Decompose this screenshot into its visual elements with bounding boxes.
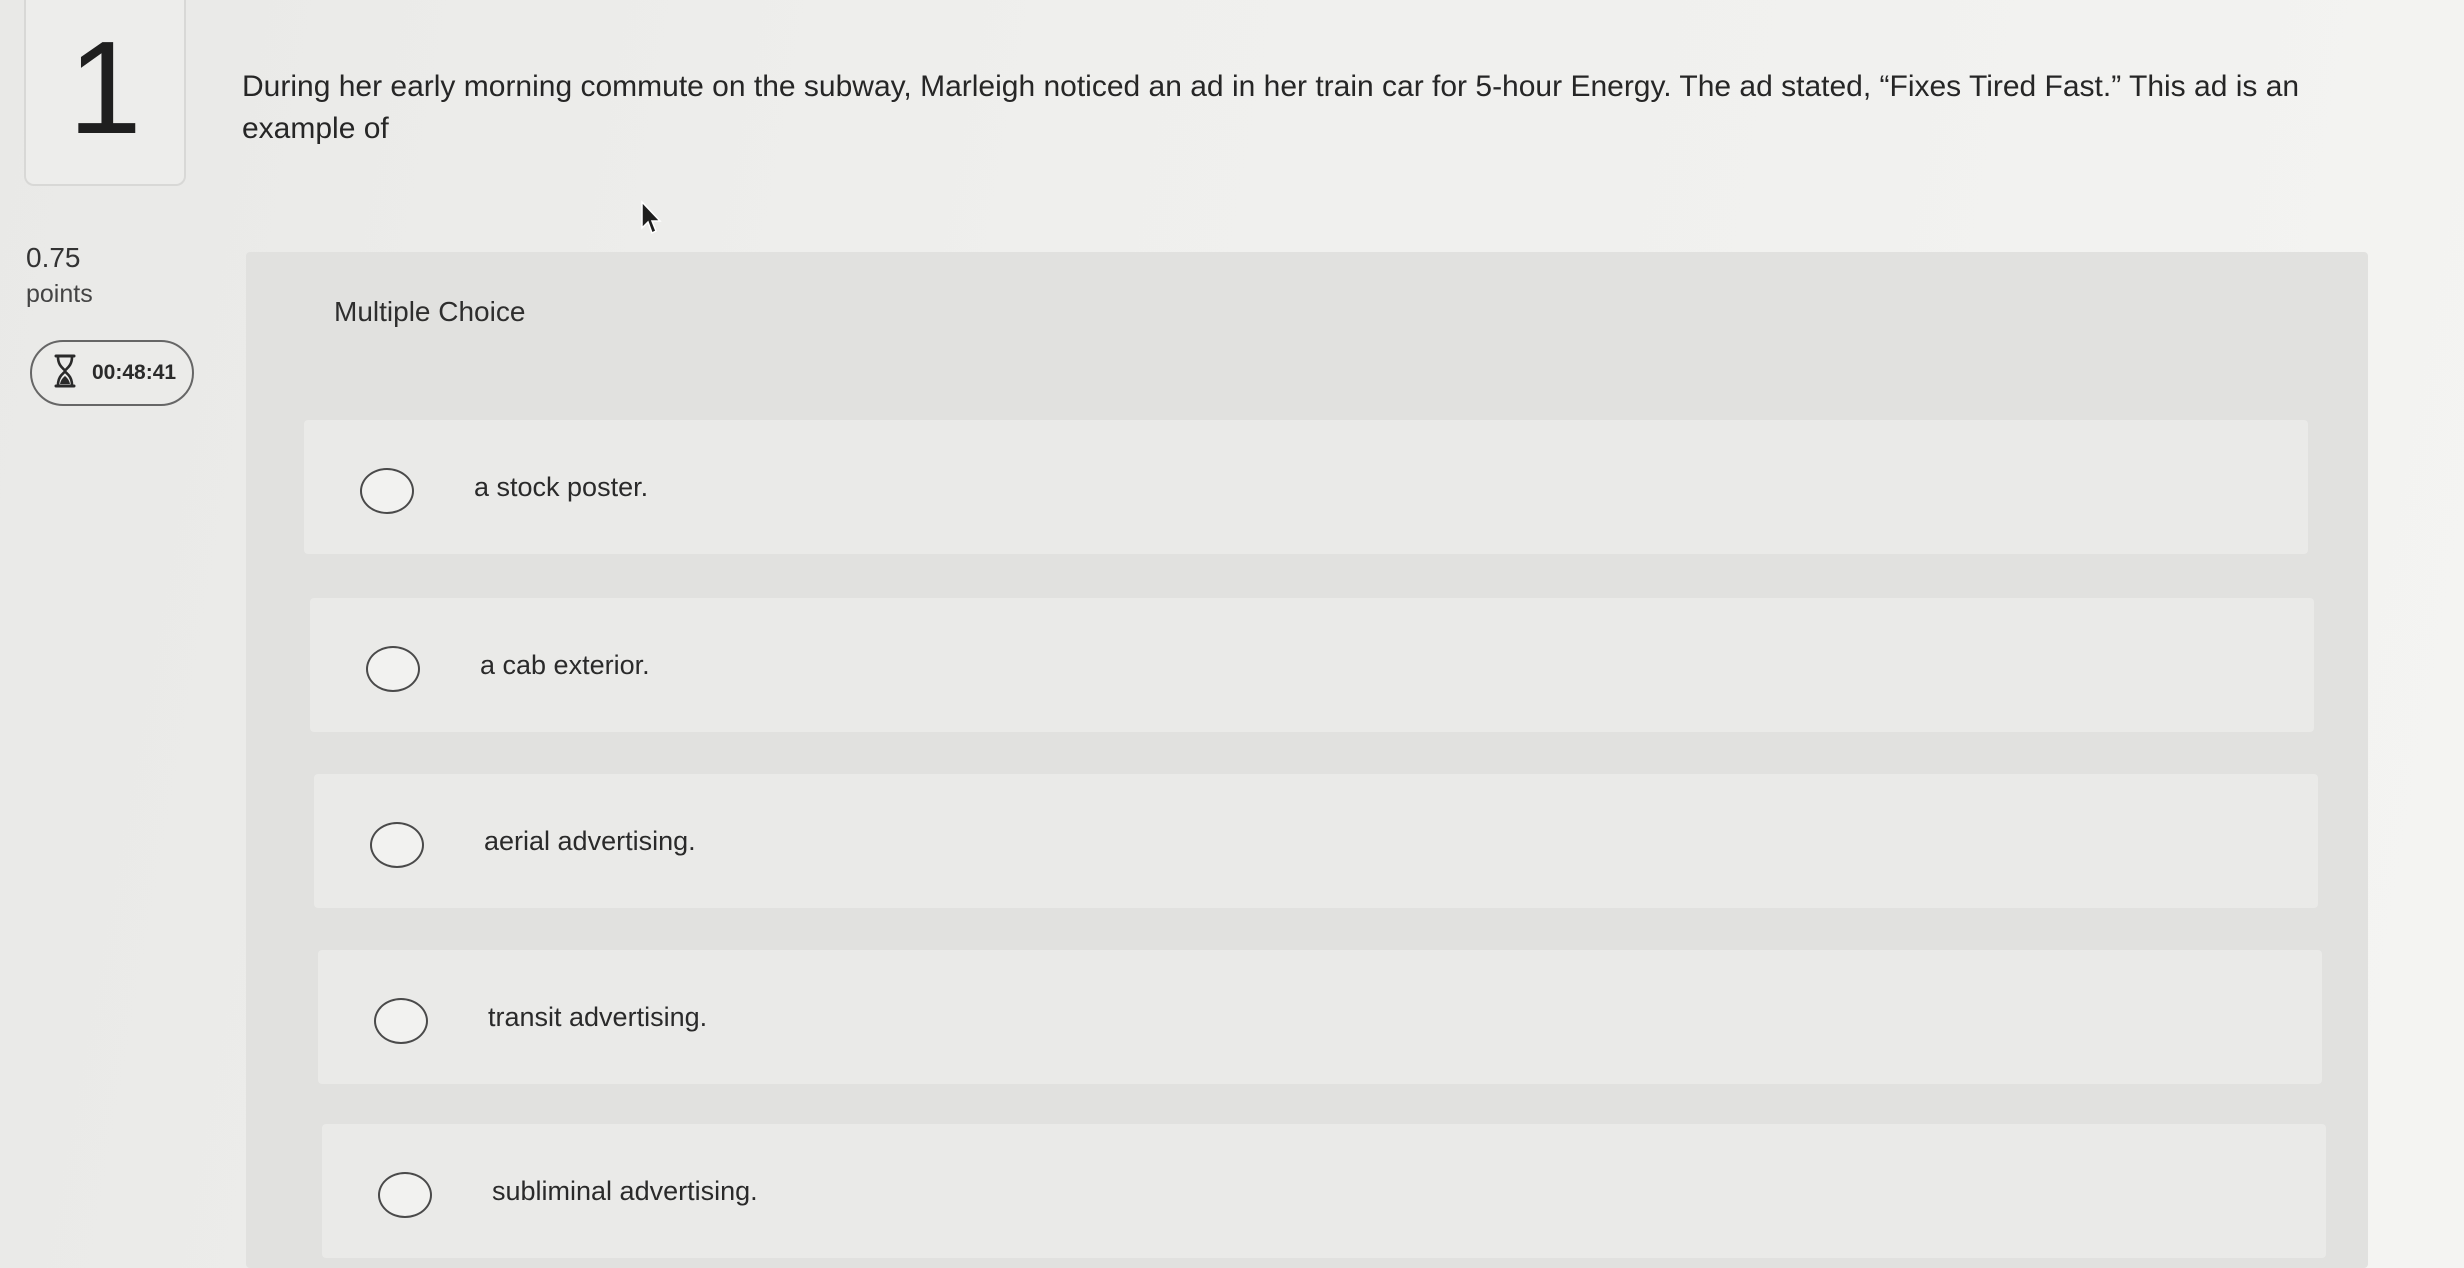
answer-option-a[interactable]: a stock poster. [304,420,2308,554]
option-label: a stock poster. [474,472,649,502]
timer-text: 00:48:41 [92,361,177,384]
answer-option-e[interactable]: subliminal advertising. [322,1124,2326,1258]
question-type-label: Multiple Choice [334,296,526,327]
answer-option-c[interactable]: aerial advertising. [314,774,2318,908]
timer-badge[interactable]: 00:48:41 [30,340,194,406]
option-label: subliminal advertising. [492,1176,758,1206]
hourglass-icon [52,353,78,394]
points-value: 0.75 [26,242,81,273]
radio-button[interactable] [374,998,428,1044]
points-label: points [26,280,93,308]
option-label: transit advertising. [488,1002,708,1032]
question-number: 1 [68,14,142,161]
answer-panel: Multiple Choice a stock poster. a cab ex… [246,252,2368,1268]
option-label: a cab exterior. [480,650,650,680]
answer-option-b[interactable]: a cab exterior. [310,598,2314,732]
question-number-box: 1 [24,0,186,186]
question-text: During her early morning commute on the … [242,70,2300,145]
radio-button[interactable] [370,822,424,868]
option-label: aerial advertising. [484,826,696,856]
radio-button[interactable] [378,1172,432,1218]
radio-button[interactable] [366,646,420,692]
radio-button[interactable] [360,468,414,514]
answer-option-d[interactable]: transit advertising. [318,950,2322,1084]
mouse-cursor-icon [640,200,664,236]
quiz-page: 1 0.75 points 00:48:41 During her early … [0,0,2464,1268]
